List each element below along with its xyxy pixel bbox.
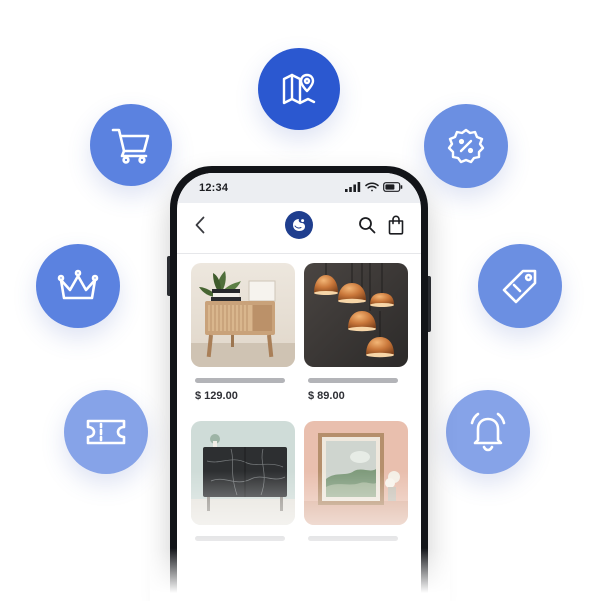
product-name-placeholder <box>308 378 398 383</box>
wifi-icon <box>365 182 379 192</box>
product-image <box>304 263 408 367</box>
brand-logo-icon <box>293 219 305 231</box>
bell-icon <box>470 412 506 452</box>
discount-badge-icon <box>447 128 485 164</box>
status-time: 12:34 <box>199 182 229 194</box>
product-card[interactable]: $ 89.00 <box>304 263 408 402</box>
status-bar: 12:34 <box>177 173 421 203</box>
feature-notifications[interactable] <box>446 390 530 474</box>
shopping-cart-icon <box>111 128 150 164</box>
ticket-icon <box>86 419 126 445</box>
product-card[interactable] <box>191 421 295 541</box>
product-image <box>191 263 295 367</box>
brand-logo[interactable] <box>285 211 313 239</box>
chevron-left-icon <box>195 216 205 234</box>
product-name-placeholder <box>308 536 398 541</box>
product-name-placeholder <box>195 536 285 541</box>
feature-premium[interactable] <box>36 244 120 328</box>
product-name-placeholder <box>195 378 285 383</box>
product-image <box>304 421 408 525</box>
product-card[interactable] <box>304 421 408 541</box>
promo-stage: 12:34 $ 129.00 $ 89.00 <box>0 0 600 601</box>
pendant-lamps-photo <box>304 263 408 367</box>
search-icon <box>359 217 376 234</box>
map-pin-icon <box>282 73 316 105</box>
feature-tickets[interactable] <box>64 390 148 474</box>
product-image <box>191 421 295 525</box>
shopping-bag-icon <box>388 215 404 235</box>
feature-discount[interactable] <box>424 104 508 188</box>
feature-map[interactable] <box>258 48 340 130</box>
feature-tag[interactable] <box>478 244 562 328</box>
header-divider <box>177 253 421 254</box>
phone-mockup: 12:34 $ 129.00 $ 89.00 <box>167 166 431 601</box>
status-icons <box>345 182 403 192</box>
crown-icon <box>57 269 99 300</box>
app-header <box>177 203 421 247</box>
nightstand-photo <box>191 263 295 367</box>
shopping-bag-button[interactable] <box>387 214 405 236</box>
signal-icon <box>345 182 361 192</box>
back-button[interactable] <box>191 215 209 235</box>
product-price: $ 89.00 <box>308 390 345 402</box>
product-price: $ 129.00 <box>195 390 238 402</box>
search-button[interactable] <box>357 215 377 235</box>
price-tag-icon <box>502 269 537 304</box>
marble-cabinet-photo <box>191 421 295 525</box>
framed-art-photo <box>304 421 408 525</box>
phone-screen: 12:34 $ 129.00 $ 89.00 <box>177 173 421 601</box>
feature-cart[interactable] <box>90 104 172 186</box>
battery-icon <box>383 182 403 192</box>
product-card[interactable]: $ 129.00 <box>191 263 295 402</box>
